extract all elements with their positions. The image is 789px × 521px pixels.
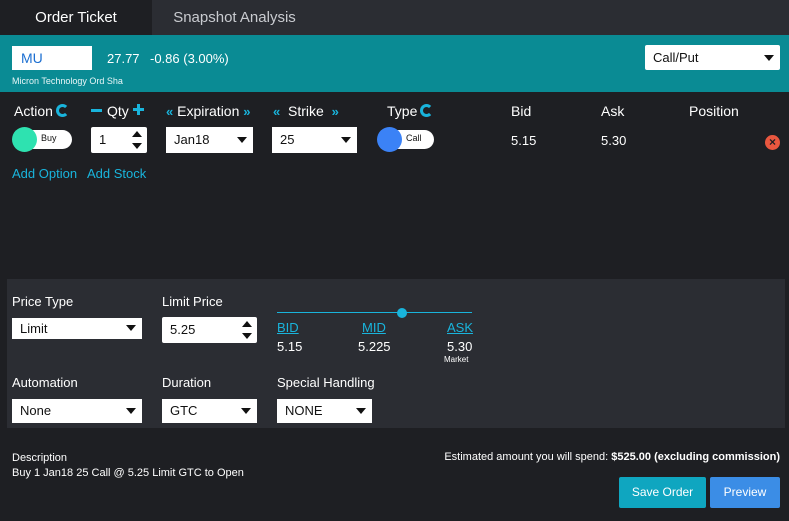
minus-icon[interactable] — [91, 109, 102, 112]
qty-stepper[interactable]: 1 — [91, 127, 147, 153]
save-order-button[interactable]: Save Order — [619, 477, 706, 508]
qty-label: Qty — [107, 103, 129, 119]
action-toggle[interactable]: Buy — [12, 127, 72, 152]
stepper-arrows-icon[interactable] — [242, 321, 252, 339]
remove-leg-icon[interactable]: × — [765, 135, 780, 150]
expiration-select[interactable]: Jan18 — [166, 127, 253, 153]
tab-snapshot-analysis[interactable]: Snapshot Analysis — [152, 0, 317, 35]
action-value: Buy — [41, 133, 57, 143]
leg-bid: 5.15 — [511, 133, 537, 148]
caret-down-icon — [764, 55, 774, 61]
strategy-select[interactable]: Call/Put — [645, 45, 780, 70]
caret-down-icon — [241, 408, 251, 414]
position-header: Position — [689, 103, 739, 119]
caret-down-icon — [126, 408, 136, 414]
special-handling-label: Special Handling — [277, 375, 375, 390]
duration-select[interactable]: GTC — [162, 399, 257, 423]
expiration-value: Jan18 — [174, 132, 210, 147]
last-price: 27.77 — [107, 51, 140, 66]
tab-bar: Order Ticket Snapshot Analysis — [0, 0, 789, 35]
caret-down-icon — [341, 137, 351, 143]
strategy-select-value: Call/Put — [653, 50, 699, 65]
caret-down-icon — [356, 408, 366, 414]
expiration-header: « Expiration » — [166, 103, 251, 119]
market-label: Market — [444, 355, 469, 364]
special-handling-value: NONE — [285, 403, 323, 418]
mid-quote-value: 5.225 — [358, 339, 391, 354]
limit-price-value: 5.25 — [170, 322, 196, 337]
special-handling-select[interactable]: NONE — [277, 399, 372, 423]
plus-icon[interactable] — [132, 104, 144, 115]
symbol-header: MU 27.77 -0.86 (3.00%) Micron Technology… — [0, 35, 789, 92]
preview-button[interactable]: Preview — [710, 477, 780, 508]
type-header: Type — [387, 103, 434, 119]
automation-label: Automation — [12, 375, 78, 390]
leg-ask: 5.30 — [601, 133, 627, 148]
add-stock-link[interactable]: Add Stock — [87, 166, 146, 181]
expiration-label: Expiration — [177, 103, 240, 119]
refresh-icon[interactable] — [55, 104, 69, 117]
limit-price-label: Limit Price — [162, 294, 223, 309]
ask-quote-value: 5.30 — [447, 339, 473, 354]
type-label: Type — [387, 103, 418, 119]
symbol-input[interactable]: MU — [12, 46, 92, 70]
chevron-right-icon[interactable]: » — [332, 104, 339, 119]
strike-select[interactable]: 25 — [272, 127, 357, 153]
chevron-left-icon[interactable]: « — [166, 104, 173, 119]
caret-down-icon — [126, 325, 136, 331]
order-description: Buy 1 Jan18 25 Call @ 5.25 Limit GTC to … — [12, 467, 244, 479]
strike-value: 25 — [280, 132, 295, 147]
bid-quote-value: 5.15 — [277, 339, 303, 354]
type-value: Call — [406, 133, 422, 143]
toggle-knob — [377, 127, 402, 152]
estimate-amount: $525.00 (excluding commission) — [611, 451, 780, 463]
add-option-link[interactable]: Add Option — [12, 166, 77, 181]
price-slider-handle[interactable] — [396, 308, 407, 318]
toggle-knob — [12, 127, 37, 152]
description-label: Description — [12, 452, 68, 464]
bid-quote-link[interactable]: BID — [277, 320, 299, 335]
chevron-left-icon[interactable]: « — [273, 104, 280, 119]
type-toggle[interactable]: Call — [377, 127, 434, 152]
price-type-select[interactable]: Limit — [12, 318, 142, 339]
company-name: Micron Technology Ord Sha — [12, 76, 123, 86]
ask-quote-link[interactable]: ASK — [447, 320, 473, 335]
strike-header: « Strike » — [273, 103, 339, 119]
price-type-label: Price Type — [12, 294, 74, 309]
estimated-amount: Estimated amount you will spend: $525.00… — [444, 451, 780, 463]
price-type-value: Limit — [20, 321, 48, 336]
price-change: -0.86 (3.00%) — [150, 51, 229, 66]
duration-label: Duration — [162, 375, 212, 390]
strike-label: Strike — [288, 103, 324, 119]
chevron-right-icon[interactable]: » — [243, 104, 250, 119]
action-header: Action — [14, 103, 69, 119]
mid-quote-link[interactable]: MID — [362, 320, 386, 335]
automation-select[interactable]: None — [12, 399, 142, 423]
limit-price-stepper[interactable]: 5.25 — [162, 317, 257, 343]
qty-header: Qty — [91, 103, 144, 119]
action-label: Action — [14, 103, 53, 119]
duration-value: GTC — [170, 403, 198, 418]
caret-down-icon — [237, 137, 247, 143]
bid-header: Bid — [511, 103, 532, 119]
price-slider-track[interactable] — [277, 312, 472, 313]
estimate-prefix: Estimated amount you will spend: — [444, 451, 609, 463]
refresh-icon[interactable] — [420, 104, 434, 117]
ask-header: Ask — [601, 103, 625, 119]
qty-value: 1 — [99, 132, 107, 147]
tab-order-ticket[interactable]: Order Ticket — [0, 0, 152, 35]
stepper-arrows-icon[interactable] — [132, 131, 142, 149]
automation-value: None — [20, 403, 52, 418]
